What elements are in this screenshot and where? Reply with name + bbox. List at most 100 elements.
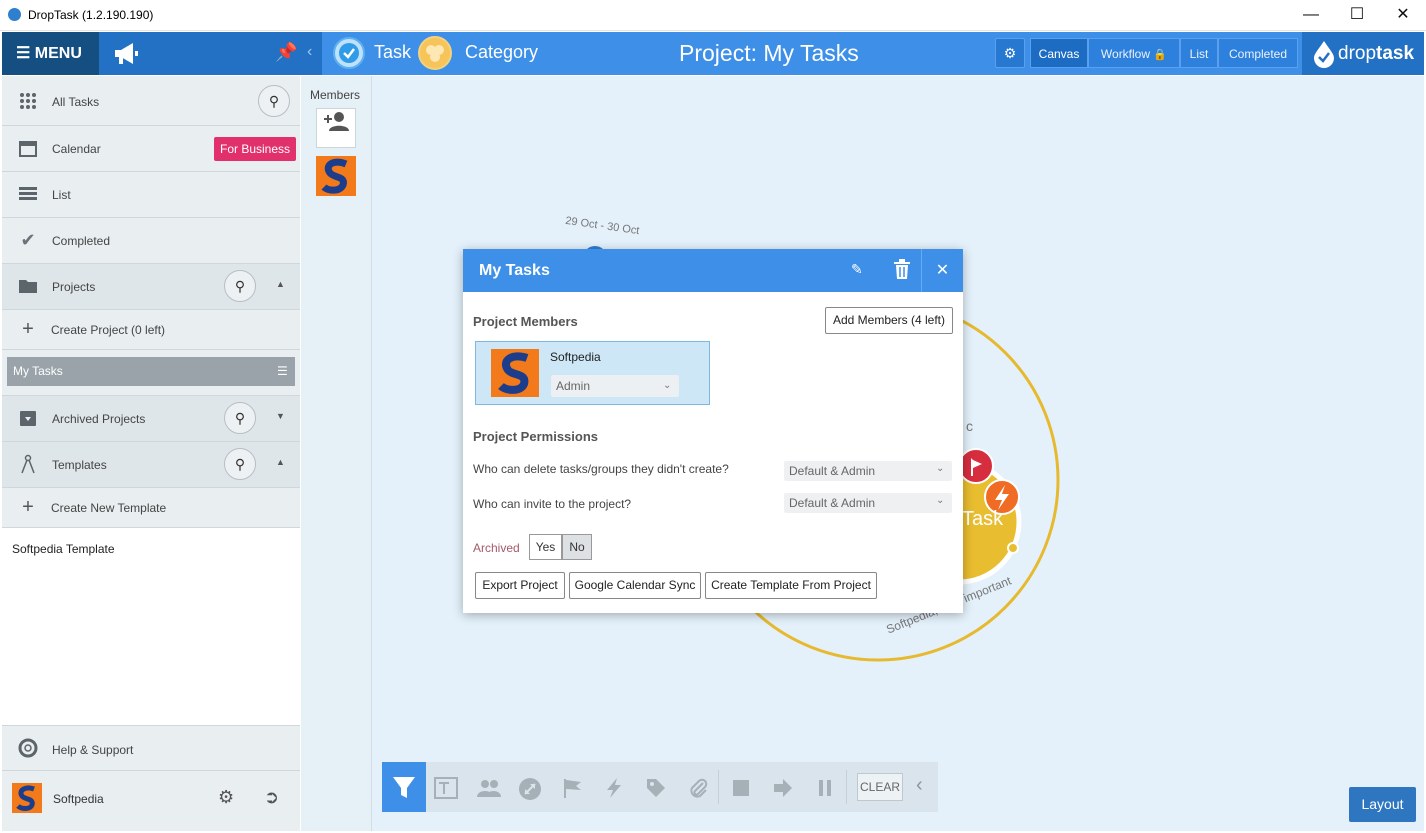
project-item-label: My Tasks [13, 364, 63, 378]
search-projects-icon[interactable]: ⚲ [224, 270, 256, 302]
help-support-button[interactable]: Help & Support [2, 725, 300, 771]
member-name: Softpedia [550, 350, 601, 364]
collapse-up-icon[interactable]: ▲ [276, 457, 285, 467]
delete-trash-icon[interactable] [893, 259, 911, 282]
template-item[interactable]: Softpedia Template [12, 542, 115, 556]
announcements-button[interactable] [99, 32, 155, 75]
perm-invite-select[interactable]: Default & Admin ⌄ [784, 493, 952, 513]
sidebar-item-label: Projects [52, 280, 96, 294]
sidebar-item-list[interactable]: List [2, 172, 300, 218]
archive-icon [18, 408, 38, 428]
chevron-down-icon: ⌄ [936, 495, 945, 506]
paperclip-filter-icon[interactable] [686, 777, 710, 799]
archived-yes-button[interactable]: Yes [529, 534, 562, 560]
add-members-button[interactable]: Add Members (4 left) [825, 307, 953, 334]
for-business-button[interactable]: For Business [214, 137, 296, 161]
members-filter-icon[interactable] [476, 777, 501, 799]
members-heading: Project Members [473, 314, 578, 329]
settings-gear-icon[interactable]: ⚙ [218, 787, 234, 808]
collapse-filters-chevron-icon[interactable]: ‹ [916, 774, 923, 797]
add-member-icon[interactable] [316, 108, 356, 148]
app-icon [8, 8, 21, 21]
expand-down-icon[interactable]: ▼ [276, 411, 285, 421]
member-role-select[interactable]: Admin ⌄ [551, 375, 679, 397]
stop-filter-icon[interactable] [729, 777, 753, 799]
lightning-filter-icon[interactable] [602, 777, 626, 799]
close-window-icon[interactable]: ✕ [1380, 0, 1426, 30]
search-archived-icon[interactable]: ⚲ [224, 402, 256, 434]
hamburger-icon[interactable]: ☰ [277, 357, 288, 386]
tag-filter-icon[interactable] [644, 777, 668, 799]
member-card[interactable]: Softpedia Admin ⌄ [475, 341, 710, 405]
sidebar-item-completed[interactable]: ✔ Completed [2, 218, 300, 264]
grid-icon [18, 91, 38, 111]
sidebar-item-label: All Tasks [52, 95, 100, 109]
folder-icon [18, 276, 38, 296]
edit-pencil-icon[interactable]: ✎ [851, 261, 863, 278]
compass-icon [18, 454, 38, 474]
sidebar-item-label: Templates [52, 458, 107, 472]
divider [718, 770, 719, 804]
perm-invite-question: Who can invite to the project? [473, 497, 632, 511]
members-title: Members [310, 88, 361, 102]
collapse-chevron-icon[interactable]: ‹ [307, 43, 312, 61]
lifebuoy-icon [18, 738, 38, 758]
create-project-button[interactable]: + Create Project (0 left) [2, 310, 300, 350]
tab-canvas[interactable]: Canvas [1030, 38, 1088, 68]
project-settings-modal: My Tasks ✎ ✕ Project Members Add Members… [463, 249, 963, 613]
sidebar-item-archived-projects[interactable]: Archived Projects ⚲ ▼ [2, 396, 300, 442]
perm-delete-select[interactable]: Default & Admin ⌄ [784, 461, 952, 481]
member-avatar[interactable] [316, 156, 356, 196]
sidebar-item-label: Archived Projects [52, 412, 146, 426]
sidebar-item-all-tasks[interactable]: All Tasks ⚲ [2, 76, 300, 126]
maximize-icon[interactable]: ☐ [1334, 0, 1380, 30]
task-bubble-icon[interactable] [333, 37, 365, 69]
list-icon [18, 184, 38, 204]
close-modal-icon[interactable]: ✕ [921, 249, 963, 292]
forward-filter-icon[interactable] [771, 777, 795, 799]
text-filter-icon[interactable] [434, 777, 458, 799]
sidebar-item-projects[interactable]: Projects ⚲ ▲ [2, 264, 300, 310]
add-category-label[interactable]: Category [465, 42, 538, 63]
sidebar-item-label: Create Project (0 left) [51, 323, 166, 337]
tab-list[interactable]: List [1180, 38, 1218, 68]
avatar[interactable] [12, 783, 42, 813]
window-titlebar: DropTask (1.2.190.190) — ☐ ✕ [0, 0, 1426, 31]
export-project-button[interactable]: Export Project [475, 572, 565, 599]
logo-text-drop: drop [1338, 43, 1377, 64]
project-settings-gear-icon[interactable]: ⚙ [995, 38, 1025, 68]
sidebar-item-templates[interactable]: Templates ⚲ ▲ [2, 442, 300, 488]
expand-arrows-icon[interactable] [518, 777, 542, 800]
menu-button[interactable]: ☰ MENU [2, 32, 99, 75]
create-template-from-project-button[interactable]: Create Template From Project [705, 572, 877, 599]
permissions-heading: Project Permissions [473, 429, 598, 444]
perm-delete-value: Default & Admin [789, 464, 876, 478]
canvas-partial-label: c [966, 418, 973, 434]
category-bubble-icon[interactable] [418, 36, 452, 70]
minimize-icon[interactable]: — [1288, 0, 1334, 30]
perm-invite-value: Default & Admin [789, 496, 876, 510]
collapse-up-icon[interactable]: ▲ [276, 279, 285, 289]
google-calendar-sync-button[interactable]: Google Calendar Sync [569, 572, 701, 599]
layout-button[interactable]: Layout [1349, 787, 1416, 822]
logout-icon[interactable]: ➲ [264, 787, 279, 808]
search-tasks-icon[interactable]: ⚲ [258, 85, 290, 117]
pause-filter-icon[interactable] [813, 777, 837, 799]
flag-filter-icon[interactable] [560, 777, 584, 799]
archived-no-button[interactable]: No [562, 534, 592, 560]
sidebar-item-label: Help & Support [52, 743, 134, 757]
logo-text-task: task [1376, 43, 1415, 64]
divider [846, 770, 847, 804]
tab-completed[interactable]: Completed [1218, 38, 1298, 68]
filter-funnel-icon[interactable] [382, 762, 426, 812]
clear-filters-button[interactable]: CLEAR [857, 773, 903, 801]
create-template-button[interactable]: + Create New Template [2, 488, 300, 528]
add-task-label[interactable]: Task [374, 42, 411, 63]
chevron-down-icon: ⌄ [663, 380, 672, 391]
tab-workflow[interactable]: Workflow 🔒 [1088, 38, 1180, 68]
search-templates-icon[interactable]: ⚲ [224, 448, 256, 480]
project-item-my-tasks[interactable]: My Tasks ☰ [7, 357, 295, 386]
window-title: DropTask (1.2.190.190) [28, 8, 154, 22]
pin-icon[interactable]: 📌 [275, 42, 297, 63]
avatar [491, 349, 539, 397]
